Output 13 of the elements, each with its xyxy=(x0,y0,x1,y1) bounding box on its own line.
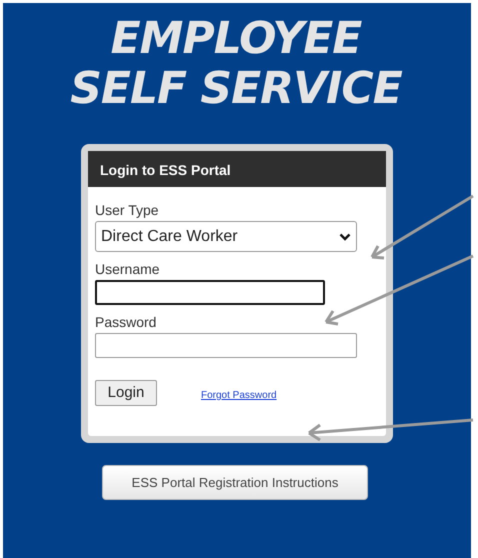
password-field[interactable] xyxy=(95,333,357,358)
forgot-password-link[interactable]: Forgot Password xyxy=(201,388,277,403)
registration-instructions-button[interactable]: ESS Portal Registration Instructions xyxy=(102,465,368,500)
chevron-down-icon xyxy=(339,232,351,240)
field-label: Password xyxy=(95,313,158,331)
field-label: User Type xyxy=(95,201,160,219)
user-type-select[interactable]: Direct Care Worker xyxy=(95,221,357,252)
username-field[interactable] xyxy=(95,280,325,305)
card-header: Login to ESS Portal xyxy=(88,151,386,187)
login-button[interactable]: Login xyxy=(95,380,157,406)
title-line: SELF SERVICE xyxy=(70,64,402,114)
title-line: EMPLOYEE xyxy=(110,14,362,64)
field-label: Username xyxy=(95,260,161,278)
